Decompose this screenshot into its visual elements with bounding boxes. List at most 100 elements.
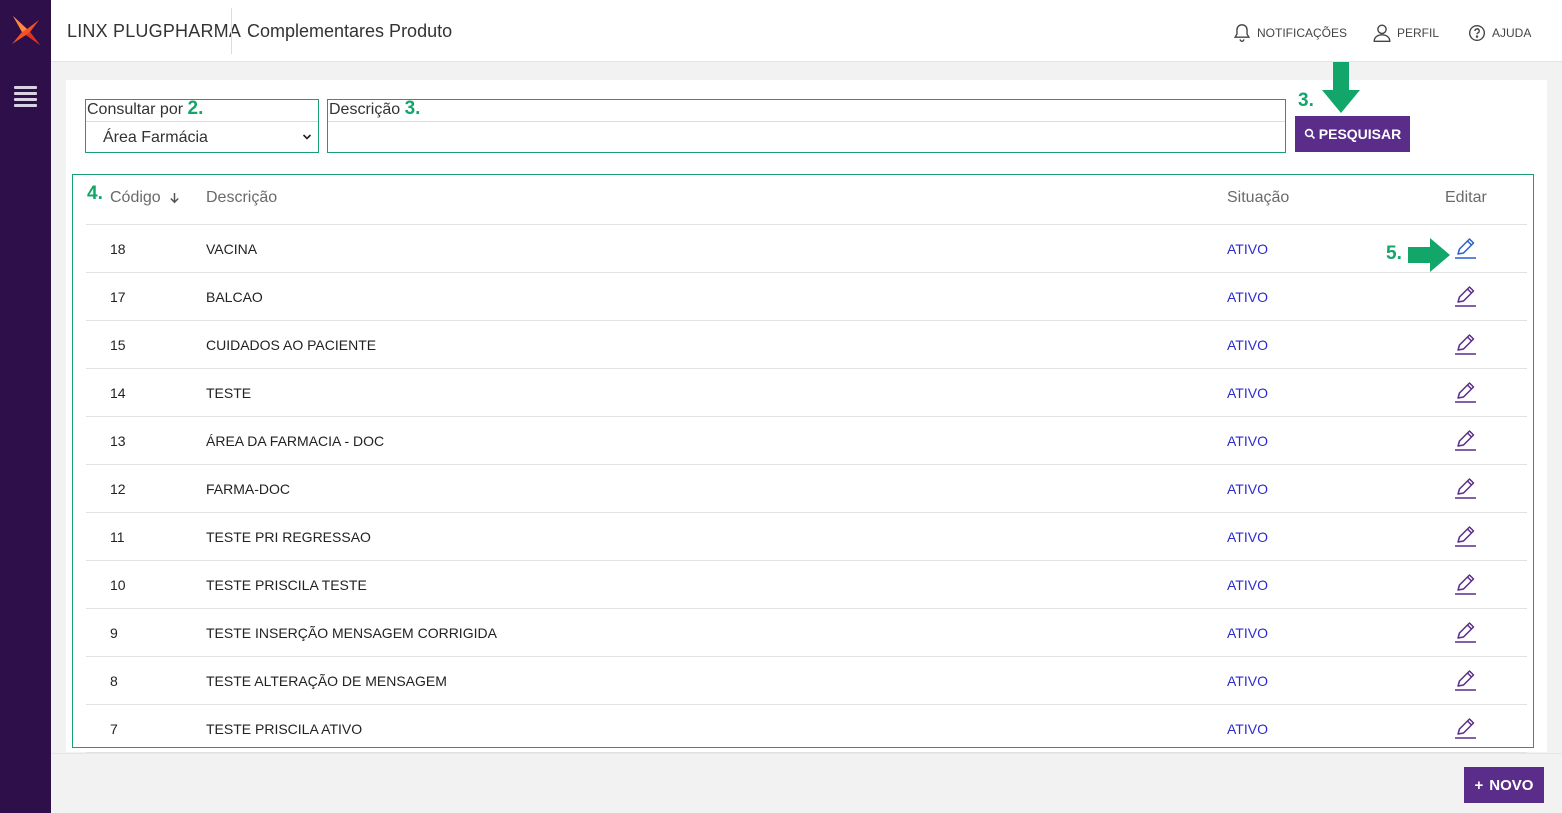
user-icon [1373, 24, 1391, 42]
table-row: 10 TESTE PRISCILA TESTE ATIVO [86, 561, 1527, 609]
cell-code: 7 [110, 721, 118, 737]
column-header-status: Situação [1227, 189, 1290, 206]
linx-logo-icon[interactable] [10, 14, 42, 48]
cell-description: CUIDADOS AO PACIENTE [206, 337, 377, 353]
cell-description: TESTE PRISCILA TESTE [206, 577, 367, 593]
cell-code: 12 [110, 481, 126, 497]
profile-button[interactable]: PERFIL [1371, 22, 1439, 44]
cell-code: 11 [110, 529, 125, 545]
sidebar [0, 0, 51, 813]
cell-status: ATIVO [1227, 433, 1268, 449]
annotation-step-2: 2. [187, 98, 204, 119]
top-header: LINX PLUGPHARMA Complementares Produto N… [51, 0, 1562, 62]
cell-code: 10 [110, 577, 126, 593]
table-row: 8 TESTE ALTERAÇÃO DE MENSAGEM ATIVO [86, 657, 1527, 705]
cell-status: ATIVO [1227, 241, 1268, 257]
edit-pencil-icon[interactable] [1452, 427, 1478, 453]
chevron-down-icon [302, 134, 312, 140]
annotation-arrow-down-icon [1322, 62, 1360, 113]
cell-status: ATIVO [1227, 289, 1268, 305]
edit-pencil-icon[interactable] [1452, 619, 1478, 645]
search-icon [1304, 128, 1315, 140]
edit-pencil-icon[interactable] [1452, 667, 1478, 693]
cell-code: 14 [110, 385, 126, 401]
edit-pencil-icon[interactable] [1452, 571, 1478, 597]
column-header-code[interactable]: Código [110, 189, 180, 207]
table-row: 7 TESTE PRISCILA ATIVO ATIVO [86, 705, 1527, 753]
hamburger-menu-icon[interactable] [14, 86, 37, 107]
edit-pencil-icon[interactable] [1452, 235, 1478, 261]
new-button-label: NOVO [1489, 776, 1534, 794]
edit-pencil-icon[interactable] [1452, 523, 1478, 549]
brand-name: LINX PLUGPHARMA [67, 21, 242, 41]
cell-code: 18 [110, 241, 126, 257]
consult-by-selected-value: Área Farmácia [103, 128, 208, 146]
cell-description: TESTE PRISCILA ATIVO [206, 721, 363, 737]
cell-status: ATIVO [1227, 625, 1268, 641]
edit-pencil-icon[interactable] [1452, 715, 1478, 741]
cell-description: BALCAO [206, 289, 263, 305]
table-row: 17 BALCAO ATIVO [86, 273, 1527, 321]
consult-by-label: Consultar por 2. [86, 98, 204, 119]
table-row: 14 TESTE ATIVO [86, 369, 1527, 417]
consult-by-field: Consultar por 2. Área Farmácia [85, 99, 319, 153]
table-row: 13 ÁREA DA FARMACIA - DOC ATIVO [86, 417, 1527, 465]
plus-icon: + [1474, 776, 1484, 794]
annotation-step-3-search: 3. [1298, 90, 1314, 111]
description-input[interactable] [328, 121, 1285, 153]
cell-description: TESTE PRI REGRESSAO [206, 529, 371, 545]
help-circle-icon [1468, 24, 1486, 42]
table-row: 9 TESTE INSERÇÃO MENSAGEM CORRIGIDA ATIV… [86, 609, 1527, 657]
cell-description: TESTE ALTERAÇÃO DE MENSAGEM [206, 673, 447, 689]
page-title: Complementares Produto [247, 21, 453, 41]
annotation-step-4: 4. [87, 183, 103, 204]
cell-status: ATIVO [1227, 481, 1268, 497]
consult-by-select[interactable]: Área Farmácia [86, 121, 318, 153]
cell-status: ATIVO [1227, 721, 1268, 737]
annotation-step-3: 3. [404, 98, 421, 119]
cell-status: ATIVO [1227, 529, 1268, 545]
consult-by-label-text: Consultar por [87, 101, 184, 118]
content-panel: Consultar por 2. Área Farmácia Descrição… [66, 62, 1547, 753]
bell-icon [1233, 24, 1251, 42]
cell-status: ATIVO [1227, 577, 1268, 593]
description-field: Descrição 3. [327, 99, 1286, 153]
annotation-arrow-right-icon [1408, 238, 1450, 272]
cell-description: VACINA [206, 241, 258, 257]
edit-pencil-icon[interactable] [1452, 379, 1478, 405]
table-row: 11 TESTE PRI REGRESSAO ATIVO [86, 513, 1527, 561]
notifications-button[interactable]: NOTIFICAÇÕES [1231, 22, 1347, 44]
table-row: 12 FARMA-DOC ATIVO [86, 465, 1527, 513]
description-label: Descrição 3. [328, 98, 421, 119]
sort-arrow-down-icon [170, 192, 179, 204]
table-row: 18 VACINA ATIVO [86, 225, 1527, 273]
search-button-label: PESQUISAR [1318, 126, 1402, 142]
results-table: 4. Código Descrição Situação Editar 18 V… [72, 174, 1534, 753]
cell-status: ATIVO [1227, 337, 1268, 353]
help-button[interactable]: AJUDA [1466, 22, 1531, 44]
edit-pencil-icon[interactable] [1452, 331, 1478, 357]
cell-description: FARMA-DOC [206, 481, 290, 497]
column-header-code-label: Código [110, 189, 161, 206]
cell-description: ÁREA DA FARMACIA - DOC [206, 433, 385, 449]
cell-description: TESTE [206, 385, 252, 401]
help-label: AJUDA [1492, 26, 1532, 40]
column-header-edit: Editar [1445, 189, 1487, 206]
cell-status: ATIVO [1227, 385, 1268, 401]
cell-code: 15 [110, 337, 126, 353]
notifications-label: NOTIFICAÇÕES [1257, 26, 1348, 40]
cell-status: ATIVO [1227, 673, 1268, 689]
cell-code: 9 [110, 625, 118, 641]
column-header-description: Descrição [206, 189, 278, 206]
search-button[interactable]: PESQUISAR [1295, 116, 1410, 152]
description-label-text: Descrição [329, 101, 401, 118]
table-header: 4. Código Descrição Situação Editar [86, 175, 1527, 225]
cell-description: TESTE INSERÇÃO MENSAGEM CORRIGIDA [206, 625, 497, 641]
edit-pencil-icon[interactable] [1452, 283, 1478, 309]
footer-bar: + NOVO [51, 753, 1562, 813]
table-row: 15 CUIDADOS AO PACIENTE ATIVO [86, 321, 1527, 369]
profile-label: PERFIL [1397, 26, 1440, 40]
edit-pencil-icon[interactable] [1452, 475, 1478, 501]
new-button[interactable]: + NOVO [1464, 767, 1544, 803]
annotation-step-5: 5. [1386, 243, 1402, 264]
